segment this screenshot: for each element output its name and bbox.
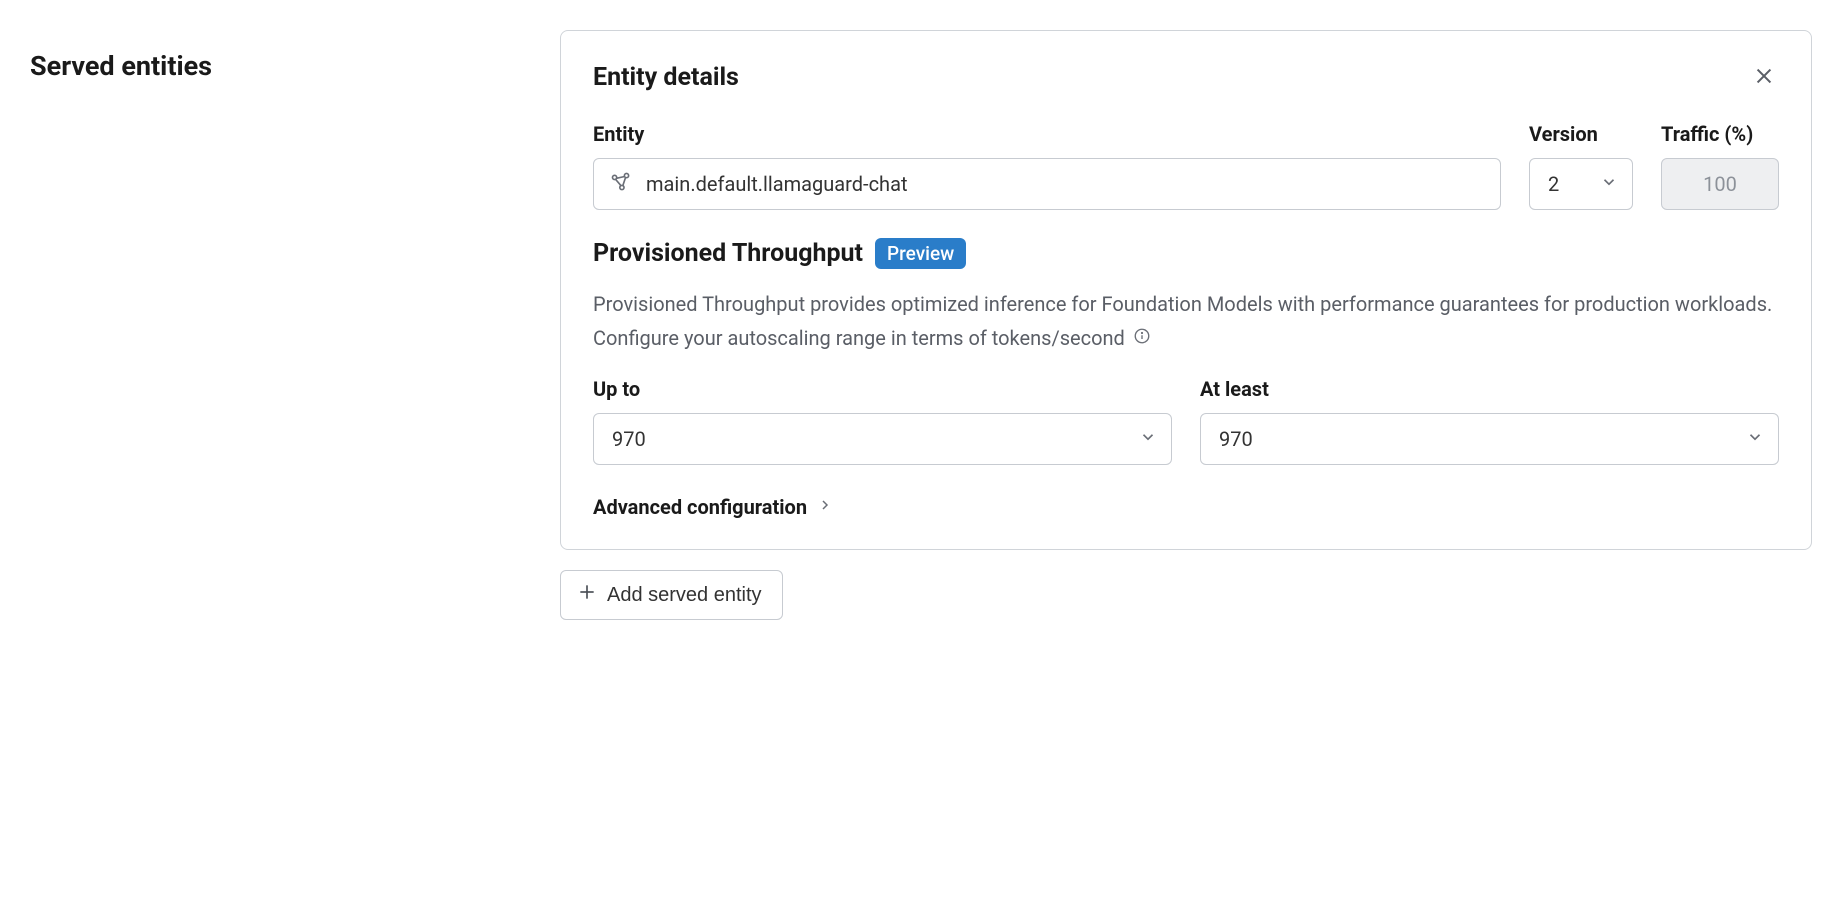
atleast-value: 970	[1219, 427, 1253, 451]
traffic-label: Traffic (%)	[1661, 122, 1779, 146]
close-button[interactable]	[1749, 61, 1779, 94]
advanced-config-toggle[interactable]: Advanced configuration	[593, 495, 1779, 519]
advanced-config-label: Advanced configuration	[593, 495, 807, 519]
close-icon	[1753, 65, 1775, 90]
entity-label: Entity	[593, 122, 1501, 146]
entity-value: main.default.llamaguard-chat	[646, 172, 1484, 196]
add-button-label: Add served entity	[607, 584, 762, 607]
preview-badge: Preview	[875, 238, 966, 269]
chevron-down-icon	[1139, 427, 1157, 451]
card-title: Entity details	[593, 63, 739, 92]
model-icon	[610, 171, 632, 198]
atleast-select[interactable]: 970	[1200, 413, 1779, 465]
version-select[interactable]: 2	[1529, 158, 1633, 210]
entity-input[interactable]: main.default.llamaguard-chat	[593, 158, 1501, 210]
version-value: 2	[1548, 172, 1559, 196]
plus-icon	[577, 582, 597, 608]
provisioned-description-2: Configure your autoscaling range in term…	[593, 323, 1125, 353]
provisioned-heading: Provisioned Throughput	[593, 239, 863, 268]
upto-select[interactable]: 970	[593, 413, 1172, 465]
atleast-label: At least	[1200, 377, 1779, 401]
version-label: Version	[1529, 122, 1633, 146]
info-icon[interactable]	[1133, 327, 1151, 349]
entity-details-card: Entity details Entity	[560, 30, 1812, 550]
traffic-input: 100	[1661, 158, 1779, 210]
chevron-down-icon	[1746, 427, 1764, 451]
traffic-value: 100	[1703, 172, 1737, 196]
provisioned-description-1: Provisioned Throughput provides optimize…	[593, 289, 1779, 319]
upto-value: 970	[612, 427, 646, 451]
chevron-right-icon	[817, 497, 833, 517]
chevron-down-icon	[1600, 172, 1618, 196]
add-served-entity-button[interactable]: Add served entity	[560, 570, 783, 620]
page-title: Served entities	[30, 30, 510, 82]
upto-label: Up to	[593, 377, 1172, 401]
